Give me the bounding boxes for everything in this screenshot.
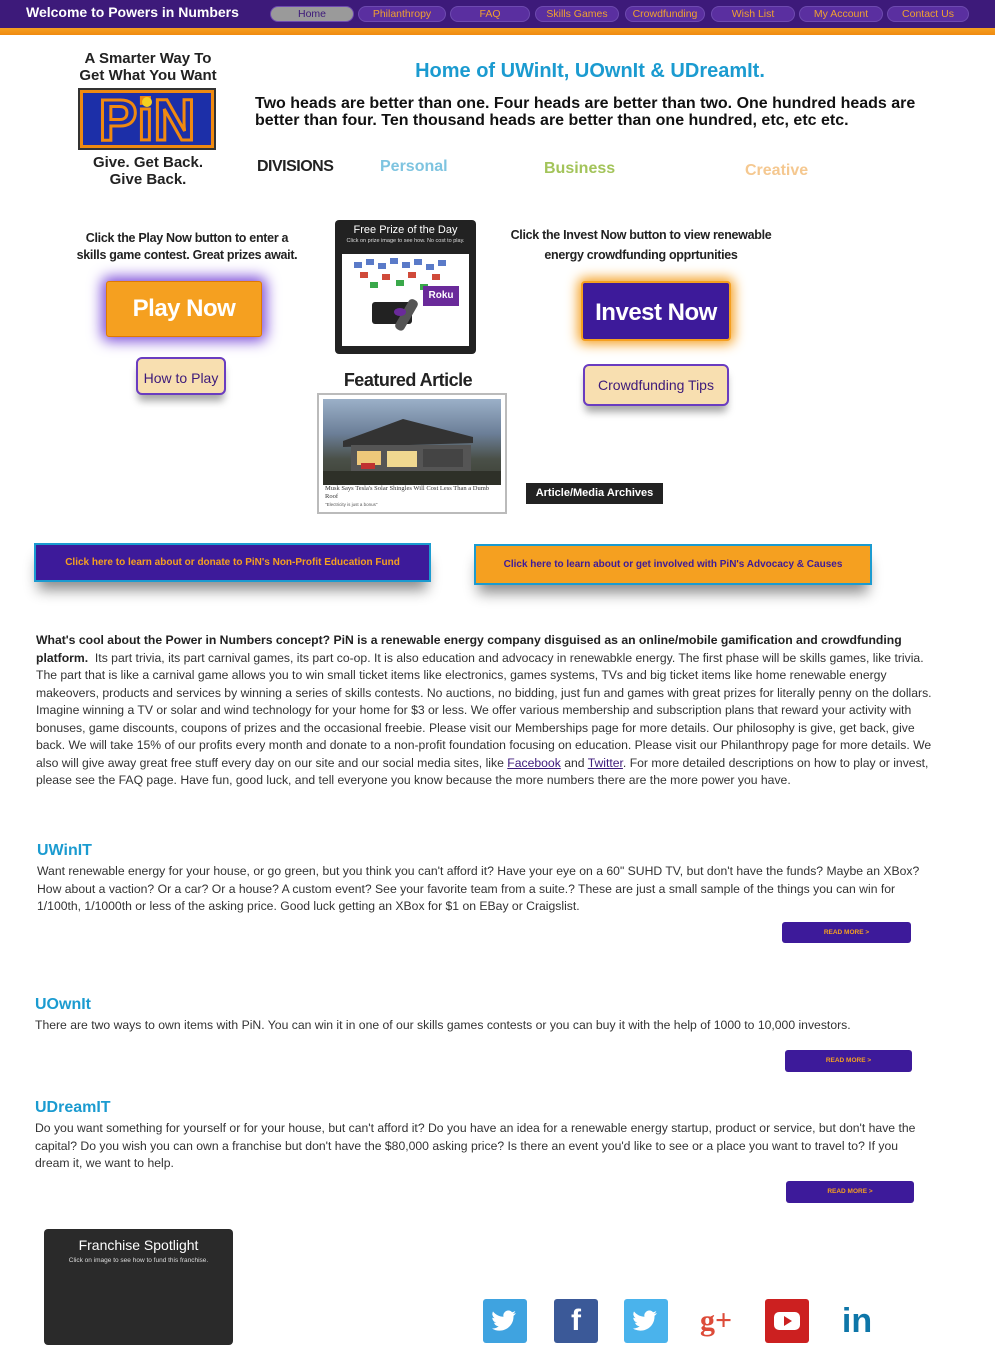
franchise-spotlight-widget[interactable]: Franchise Spotlight Click on image to se… <box>44 1229 233 1345</box>
facebook-link[interactable]: Facebook <box>507 756 561 770</box>
udreamit-heading: UDreamIT <box>35 1099 111 1116</box>
nav-my-account[interactable]: My Account <box>799 6 883 22</box>
pin-logo-mark: PiN <box>83 90 211 148</box>
divisions-label: DIVISIONS <box>257 158 334 175</box>
nav-skills-games[interactable]: Skills Games <box>535 6 619 22</box>
play-instructions: Click the Play Now button to enter a ski… <box>76 231 298 262</box>
featured-article-image[interactable] <box>323 399 501 485</box>
how-to-play-button[interactable]: How to Play <box>136 357 226 395</box>
udreamit-text: Do you want something for yourself or fo… <box>35 1121 916 1170</box>
page-subtitle: Two heads are better than one. Four head… <box>255 95 916 129</box>
crowdfunding-tips-button[interactable]: Crowdfunding Tips <box>583 364 729 406</box>
twitter-icon[interactable] <box>483 1299 527 1343</box>
uwinit-text: Want renewable energy for your house, or… <box>37 864 920 913</box>
article-archives-button[interactable]: Article/Media Archives <box>526 483 663 504</box>
house-icon <box>323 419 501 485</box>
division-personal-link[interactable]: Personal <box>380 158 448 176</box>
facebook-icon[interactable]: f <box>554 1299 598 1343</box>
twitter-link[interactable]: Twitter <box>588 756 623 770</box>
prize-of-the-day-widget[interactable]: Free Prize of the Day Click on prize ima… <box>335 220 476 354</box>
invest-instructions: Click the Invest Now button to view rene… <box>510 228 772 262</box>
roku-badge: Roku <box>423 286 459 306</box>
intro-paragraph: What's cool about the Power in Numbers c… <box>36 632 946 790</box>
page-title: Home of UWinIt, UOwnIt & UDreamIt. <box>415 60 765 82</box>
division-business-link[interactable]: Business <box>544 160 615 178</box>
twitter-icon[interactable] <box>624 1299 668 1343</box>
featured-article-heading: Featured Article <box>343 370 473 390</box>
site-welcome-title: Welcome to Powers in Numbers <box>26 4 239 20</box>
education-fund-button[interactable]: Click here to learn about or donate to P… <box>34 543 431 582</box>
nav-crowdfunding[interactable]: Crowdfunding <box>625 6 705 22</box>
google-plus-icon[interactable]: g+ <box>694 1299 738 1343</box>
linkedin-icon[interactable]: in <box>835 1299 879 1343</box>
logo-tagline-bottom: Give. Get Back. Give Back. <box>92 154 204 188</box>
uwinit-heading: UWinIT <box>37 842 92 859</box>
franchise-title: Franchise Spotlight <box>78 1237 199 1253</box>
advocacy-causes-button[interactable]: Click here to learn about or get involve… <box>474 544 872 585</box>
invest-now-button[interactable]: Invest Now <box>581 281 731 341</box>
featured-article-subcaption: "Electricity is just a bonus" <box>325 502 378 507</box>
uownit-read-more-button[interactable]: READ MORE > <box>785 1050 912 1072</box>
nav-divider-strip <box>0 28 995 35</box>
division-creative-link[interactable]: Creative <box>745 162 808 180</box>
udreamit-read-more-button[interactable]: READ MORE > <box>786 1181 914 1203</box>
play-now-button[interactable]: Play Now <box>106 281 262 337</box>
franchise-subtitle: Click on image to see how to fund this f… <box>68 1257 209 1264</box>
prize-subtitle: Click on prize image to see how. No cost… <box>346 238 465 244</box>
nav-home[interactable]: Home <box>270 6 354 22</box>
uownit-heading: UOwnIt <box>35 996 91 1013</box>
intro-and: and <box>564 755 585 770</box>
nav-faq[interactable]: FAQ <box>450 6 530 22</box>
pin-logo[interactable]: PiN <box>78 88 216 150</box>
featured-article-caption: Musk Says Tesla's Solar Shingles Will Co… <box>325 485 490 500</box>
youtube-icon[interactable] <box>765 1299 809 1343</box>
featured-article-card[interactable]: Musk Says Tesla's Solar Shingles Will Co… <box>317 393 507 514</box>
uwinit-read-more-button[interactable]: READ MORE > <box>782 922 911 943</box>
intro-body: Its part trivia, its part carnival games… <box>36 650 932 770</box>
nav-wish-list[interactable]: Wish List <box>711 6 795 22</box>
logo-tagline-top: A Smarter Way To Get What You Want <box>79 50 217 84</box>
uownit-text: There are two ways to own items with PiN… <box>35 1018 851 1032</box>
nav-contact-us[interactable]: Contact Us <box>887 6 969 22</box>
prize-title: Free Prize of the Day <box>353 224 458 236</box>
nav-philanthropy[interactable]: Philanthropy <box>358 6 446 22</box>
